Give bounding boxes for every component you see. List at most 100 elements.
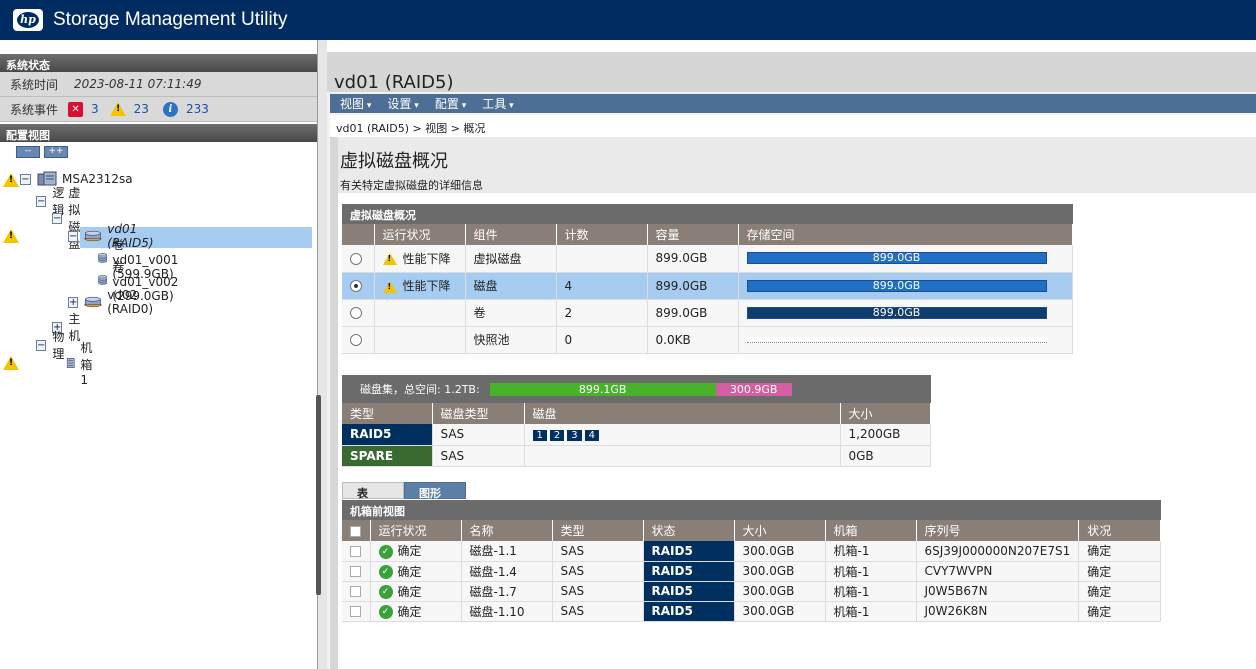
collapse-toggle-icon[interactable]: − (36, 195, 47, 207)
col-header: 运行状况 (374, 224, 466, 245)
main-title: 虚拟磁盘概况 (340, 151, 448, 172)
config-view-header: 配置视图 (0, 124, 317, 142)
table-row[interactable]: 性能下降 虚拟磁盘 899.0GB 899.0GB (342, 245, 1073, 273)
table-row[interactable]: ✓ 确定 磁盘-1.10 SAS RAID5 300.0GB 机箱-1 J0W26… (342, 601, 1161, 622)
storage-bar: 899.0GB (746, 279, 1047, 292)
warning-icon[interactable] (110, 102, 127, 116)
main-content: 虚拟磁盘概况 有关特定虚拟磁盘的详细信息 虚拟磁盘概况 运行状况 组件 计数 容… (330, 137, 1256, 669)
warning-count[interactable]: 23 (134, 102, 149, 116)
col-header: 运行状况 (370, 520, 462, 541)
left-scrollbar[interactable] (316, 395, 321, 595)
col-header: 磁盘 (524, 403, 841, 424)
collapse-toggle-icon[interactable]: − (68, 230, 79, 242)
collapse-toggle-icon[interactable]: − (52, 212, 63, 224)
table-row[interactable]: 性能下降 磁盘 4 899.0GB 899.0GB (342, 272, 1073, 300)
disk-list: 1234 (524, 424, 841, 446)
tree-item-vdisks[interactable]: − 虚拟磁盘 (52, 186, 81, 251)
diskgroup-label: 磁盘集，总空间: 1.2TB: (360, 383, 480, 396)
tree-item-vd02[interactable]: + vd02 (RAID0) (68, 288, 162, 316)
col-header: 类型 (342, 403, 433, 424)
enclosure-table: 运行状况 名称 类型 状态 大小 机箱 序列号 状况 ✓ 确定 磁盘-1.1 SA… (342, 520, 1161, 622)
storage-bar: 899.0GB (746, 252, 1047, 265)
disk-chip[interactable]: 1 (532, 430, 548, 442)
system-time-value: 2023-08-11 07:11:49 (74, 77, 202, 91)
main-description: 有关特定虚拟磁盘的详细信息 (340, 179, 483, 192)
table-row[interactable]: ✓ 确定 磁盘-1.4 SAS RAID5 300.0GB 机箱-1 CVY7WV… (342, 561, 1161, 582)
diskgroup-used-bar: 899.1GB (489, 382, 716, 396)
tree-item-physical[interactable]: − 物理 (36, 330, 65, 361)
row-radio[interactable] (350, 307, 362, 319)
storage-bar: 899.0GB (746, 306, 1047, 319)
overview-title: 虚拟磁盘概况 (342, 204, 1073, 226)
volume-icon (98, 253, 108, 263)
col-header: 大小 (734, 520, 826, 541)
col-header: 名称 (461, 520, 553, 541)
tree-item-label: 物理 (52, 330, 65, 361)
menubar: 视图 设置 配置 工具 (330, 94, 1256, 113)
table-row: SPARE SAS 0GB (342, 445, 931, 467)
app-title: Storage Management Utility (53, 9, 288, 30)
info-count[interactable]: 233 (186, 102, 209, 116)
menu-config[interactable]: 配置 (435, 95, 466, 112)
disk-chip[interactable]: 3 (567, 430, 583, 442)
table-row[interactable]: ✓ 确定 磁盘-1.1 SAS RAID5 300.0GB 机箱-1 6SJ39J… (342, 541, 1161, 562)
error-icon[interactable]: ✕ (68, 101, 84, 117)
col-header: 大小 (840, 403, 931, 424)
vdisk-icon (84, 230, 102, 242)
col-header: 机箱 (825, 520, 917, 541)
row-radio[interactable] (350, 334, 362, 346)
enclosure-title: 机箱前视图 (342, 500, 1161, 522)
expand-all-button[interactable]: ++ (44, 146, 68, 158)
tree-item-label: 主机 (68, 312, 81, 343)
row-checkbox[interactable] (350, 566, 361, 577)
tree-item-volume[interactable]: 卷vd01_v002 (299.0GB) (98, 260, 187, 303)
tab-graphic[interactable]: 图形 (404, 482, 466, 500)
col-header: 状态 (643, 520, 735, 541)
system-time-label: 系统时间 (10, 77, 59, 92)
menu-settings[interactable]: 设置 (387, 95, 418, 112)
disk-chip[interactable]: 2 (549, 430, 566, 442)
error-count[interactable]: 3 (91, 102, 99, 116)
enclosure-icon (66, 358, 75, 368)
collapse-toggle-icon[interactable]: − (20, 173, 31, 185)
col-header: 组件 (465, 224, 557, 245)
page-title: vd01 (RAID5) (327, 40, 1256, 93)
disk-chip[interactable]: 4 (584, 430, 600, 442)
view-tabs: 表 图形 (342, 482, 466, 500)
warning-icon (382, 253, 397, 266)
vdisk-icon (84, 296, 102, 308)
right-panel: vd01 (RAID5) 视图 设置 配置 工具 vd01 (RAID5) > … (327, 40, 1256, 669)
check-circle-icon: ✓ (378, 605, 393, 619)
tab-table[interactable]: 表 (342, 482, 404, 500)
col-header: 状况 (1078, 520, 1161, 541)
col-header: 容量 (647, 224, 739, 245)
collapse-toggle-icon[interactable]: − (36, 339, 47, 351)
row-radio[interactable] (350, 280, 362, 292)
row-checkbox[interactable] (350, 586, 361, 597)
menu-tools[interactable]: 工具 (482, 95, 513, 112)
check-circle-icon: ✓ (378, 544, 393, 559)
row-radio[interactable] (350, 252, 362, 265)
tree-item-label: 机箱1 (80, 341, 93, 387)
tree-item-enclosure[interactable]: 机箱1 (66, 341, 99, 387)
tree-item-label: vd02 (RAID0) (107, 288, 154, 316)
info-icon[interactable]: i (162, 101, 178, 117)
check-circle-icon: ✓ (378, 585, 393, 599)
diskgroup-header: 磁盘集，总空间: 1.2TB: 899.1GB 300.9GB (342, 375, 931, 403)
system-status-header: 系统状态 (0, 54, 317, 72)
warning-icon (382, 280, 397, 293)
hp-logo-icon: hp (13, 9, 43, 31)
expand-toggle-icon[interactable]: + (68, 296, 79, 308)
col-header: 类型 (552, 520, 644, 541)
app-header: hp Storage Management Utility (0, 0, 1256, 40)
system-time-row: 系统时间 2023-08-11 07:11:49 (0, 72, 317, 97)
collapse-all-button[interactable]: -- (16, 146, 40, 158)
breadcrumb: vd01 (RAID5) > 视图 > 概况 (330, 115, 1256, 137)
row-checkbox[interactable] (350, 545, 361, 557)
select-all-checkbox[interactable] (350, 525, 361, 537)
table-row[interactable]: 卷 2 899.0GB 899.0GB (342, 299, 1073, 327)
table-row[interactable]: ✓ 确定 磁盘-1.7 SAS RAID5 300.0GB 机箱-1 J0W5B6… (342, 581, 1161, 602)
table-row[interactable]: 快照池 0 0.0KB (342, 326, 1073, 354)
menu-view[interactable]: 视图 (340, 95, 371, 112)
row-checkbox[interactable] (350, 606, 361, 617)
